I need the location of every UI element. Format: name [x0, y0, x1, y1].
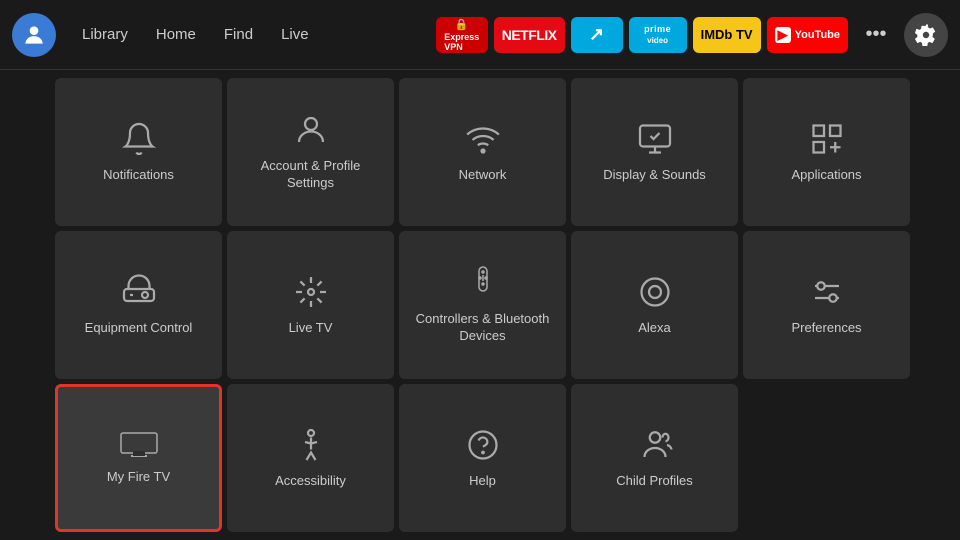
- youtube-icon[interactable]: ▶ YouTube: [767, 17, 848, 53]
- account-profile-icon: [293, 112, 329, 148]
- controllers-bluetooth-icon: [469, 265, 497, 301]
- imdb-icon[interactable]: IMDb TV: [693, 17, 761, 53]
- live-tv-label: Live TV: [289, 320, 333, 337]
- equipment-control-label: Equipment Control: [85, 320, 193, 337]
- preferences-label: Preferences: [791, 320, 861, 337]
- grid-item-notifications[interactable]: Notifications: [55, 78, 222, 226]
- child-profiles-label: Child Profiles: [616, 473, 693, 490]
- network-icon: [465, 121, 501, 157]
- grid-item-child-profiles[interactable]: Child Profiles: [571, 384, 738, 532]
- notifications-icon: [121, 121, 157, 157]
- help-icon: [465, 427, 501, 463]
- app-icons: 🔒 ExpressVPN NETFLIX ↗ prime video IMDb …: [436, 17, 848, 53]
- nav-home[interactable]: Home: [144, 20, 208, 49]
- expressvpn-icon[interactable]: 🔒 ExpressVPN: [436, 17, 488, 53]
- grid-item-display-sounds[interactable]: Display & Sounds: [571, 78, 738, 226]
- grid-item-equipment-control[interactable]: Equipment Control: [55, 231, 222, 379]
- alexa-icon: [637, 274, 673, 310]
- applications-icon: [809, 121, 845, 157]
- grid-item-controllers-bluetooth[interactable]: Controllers & Bluetooth Devices: [399, 231, 566, 379]
- grid-empty-cell: [743, 384, 910, 532]
- help-label: Help: [469, 473, 496, 490]
- settings-button[interactable]: [904, 13, 948, 57]
- account-profile-label: Account & Profile Settings: [237, 158, 384, 192]
- display-sounds-label: Display & Sounds: [603, 167, 706, 184]
- controllers-bluetooth-label: Controllers & Bluetooth Devices: [409, 311, 556, 345]
- nav-links: Library Home Find Live: [70, 20, 321, 49]
- top-nav: Library Home Find Live 🔒 ExpressVPN NETF…: [0, 0, 960, 70]
- my-fire-tv-icon: [119, 431, 159, 459]
- prime-video-icon[interactable]: prime video: [629, 17, 687, 53]
- accessibility-icon: [293, 427, 329, 463]
- grid-item-account-profile[interactable]: Account & Profile Settings: [227, 78, 394, 226]
- grid-item-alexa[interactable]: Alexa: [571, 231, 738, 379]
- grid-item-my-fire-tv[interactable]: My Fire TV: [55, 384, 222, 532]
- nav-library[interactable]: Library: [70, 20, 140, 49]
- nav-live[interactable]: Live: [269, 20, 321, 49]
- display-sounds-icon: [637, 121, 673, 157]
- preferences-icon: [809, 274, 845, 310]
- avatar[interactable]: [12, 13, 56, 57]
- settings-grid: Notifications Account & Profile Settings…: [0, 70, 960, 540]
- child-profiles-icon: [637, 427, 673, 463]
- grid-item-help[interactable]: Help: [399, 384, 566, 532]
- applications-label: Applications: [791, 167, 861, 184]
- grid-item-preferences[interactable]: Preferences: [743, 231, 910, 379]
- equipment-control-icon: [121, 274, 157, 310]
- grid-item-live-tv[interactable]: Live TV: [227, 231, 394, 379]
- grid-item-network[interactable]: Network: [399, 78, 566, 226]
- accessibility-label: Accessibility: [275, 473, 346, 490]
- network-label: Network: [459, 167, 507, 184]
- more-button[interactable]: •••: [858, 17, 894, 53]
- nav-find[interactable]: Find: [212, 20, 265, 49]
- grid-item-accessibility[interactable]: Accessibility: [227, 384, 394, 532]
- notifications-label: Notifications: [103, 167, 174, 184]
- alexa-label: Alexa: [638, 320, 671, 337]
- netflix-icon[interactable]: NETFLIX: [494, 17, 565, 53]
- live-tv-icon: [293, 274, 329, 310]
- grid-item-applications[interactable]: Applications: [743, 78, 910, 226]
- freevee-icon[interactable]: ↗: [571, 17, 623, 53]
- my-fire-tv-label: My Fire TV: [107, 469, 170, 486]
